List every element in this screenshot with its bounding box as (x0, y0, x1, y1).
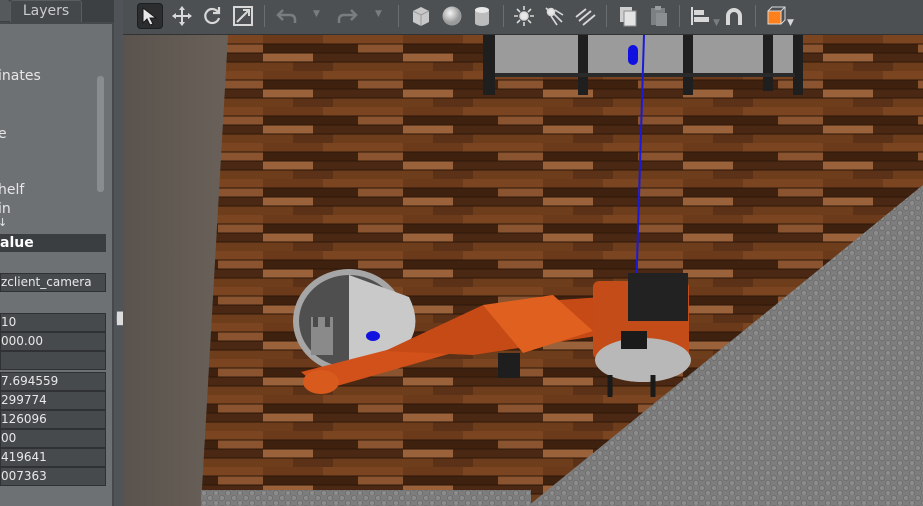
tree-item-scene[interactable]: e (0, 126, 7, 142)
undo-button[interactable] (273, 3, 299, 29)
scale-icon (233, 6, 253, 26)
property-value-1[interactable]: 10 (0, 313, 106, 332)
left-panel: Layers inates e helf in ↓ alue zclient_c… (0, 0, 114, 506)
magnet-icon (726, 8, 742, 25)
spot-light-button[interactable] (541, 3, 567, 29)
arrow-cursor-icon (142, 6, 158, 26)
property-value-3[interactable] (0, 351, 106, 370)
scene-render (123, 35, 923, 506)
select-mode-button[interactable] (137, 3, 163, 29)
move-arrows-icon (172, 6, 192, 26)
view-angle-button[interactable] (763, 3, 789, 29)
spot-light-icon (545, 7, 564, 26)
undo-dropdown-icon[interactable]: ▼ (313, 9, 320, 19)
directional-light-icon (575, 8, 596, 26)
floor-edge (201, 490, 531, 506)
tree-item-shelf[interactable]: helf (0, 182, 24, 198)
toolbar-separator (398, 5, 399, 27)
property-pose-z[interactable]: 126096 (0, 410, 106, 429)
tree-item-spherical-coordinates[interactable]: inates (0, 68, 41, 84)
redo-button[interactable] (335, 3, 361, 29)
paste-button[interactable] (646, 3, 672, 29)
directional-light-button[interactable] (572, 3, 598, 29)
property-value-2[interactable]: 000.00 (0, 332, 106, 351)
cylinder-icon (475, 7, 489, 26)
property-camera-name[interactable]: zclient_camera (0, 273, 106, 292)
toolbar-separator (264, 5, 265, 27)
align-dropdown-icon[interactable]: ▼ (713, 18, 720, 28)
redo-icon (337, 9, 358, 23)
toolbar-separator (503, 5, 504, 27)
sphere-icon (442, 6, 462, 26)
tab-layers[interactable]: Layers (10, 0, 82, 22)
property-pose-x[interactable]: 7.694559 (0, 372, 106, 391)
copy-icon (620, 7, 637, 27)
view-angle-cube-icon (767, 6, 786, 25)
property-value-header: alue (0, 234, 106, 252)
property-pose-yaw[interactable]: 007363 (0, 467, 106, 486)
toolbar-separator (679, 5, 680, 27)
tab-world[interactable] (0, 0, 10, 21)
toolbar: ▼ ▼ ▼ ▼ (123, 0, 923, 35)
toolbar-separator (606, 5, 607, 27)
copy-button[interactable] (615, 3, 641, 29)
toolbar-separator (755, 5, 756, 27)
translate-mode-button[interactable] (169, 3, 195, 29)
rotate-icon (204, 7, 221, 25)
property-pose-roll[interactable]: 00 (0, 429, 106, 448)
point-light-button[interactable] (511, 3, 537, 29)
paste-icon (651, 6, 667, 26)
splitter-handle[interactable]: ■■■ (116, 311, 125, 327)
property-pose-pitch[interactable]: 419641 (0, 448, 106, 467)
view-angle-dropdown-icon[interactable]: ▼ (787, 18, 794, 28)
box-icon (412, 7, 430, 26)
property-pose-y[interactable]: 299774 (0, 391, 106, 410)
align-button[interactable] (687, 3, 713, 29)
cylinder-shape-button[interactable] (469, 3, 495, 29)
box-shape-button[interactable] (408, 3, 434, 29)
tree-scrollbar[interactable] (97, 76, 104, 192)
sphere-shape-button[interactable] (439, 3, 465, 29)
snap-button[interactable] (721, 3, 747, 29)
rotate-mode-button[interactable] (199, 3, 225, 29)
point-light-icon (514, 6, 534, 26)
panel-tab-bar: Layers (0, 0, 114, 22)
property-blank-row (0, 293, 106, 312)
align-icon (691, 7, 709, 25)
scene-viewport[interactable] (123, 35, 923, 506)
scale-mode-button[interactable] (230, 3, 256, 29)
tree-item-bin[interactable]: in (0, 201, 11, 217)
undo-icon (276, 9, 297, 23)
tree-item-partial[interactable]: ↓ (0, 216, 7, 229)
redo-dropdown-icon[interactable]: ▼ (375, 9, 382, 19)
panel-divider[interactable] (114, 0, 123, 506)
